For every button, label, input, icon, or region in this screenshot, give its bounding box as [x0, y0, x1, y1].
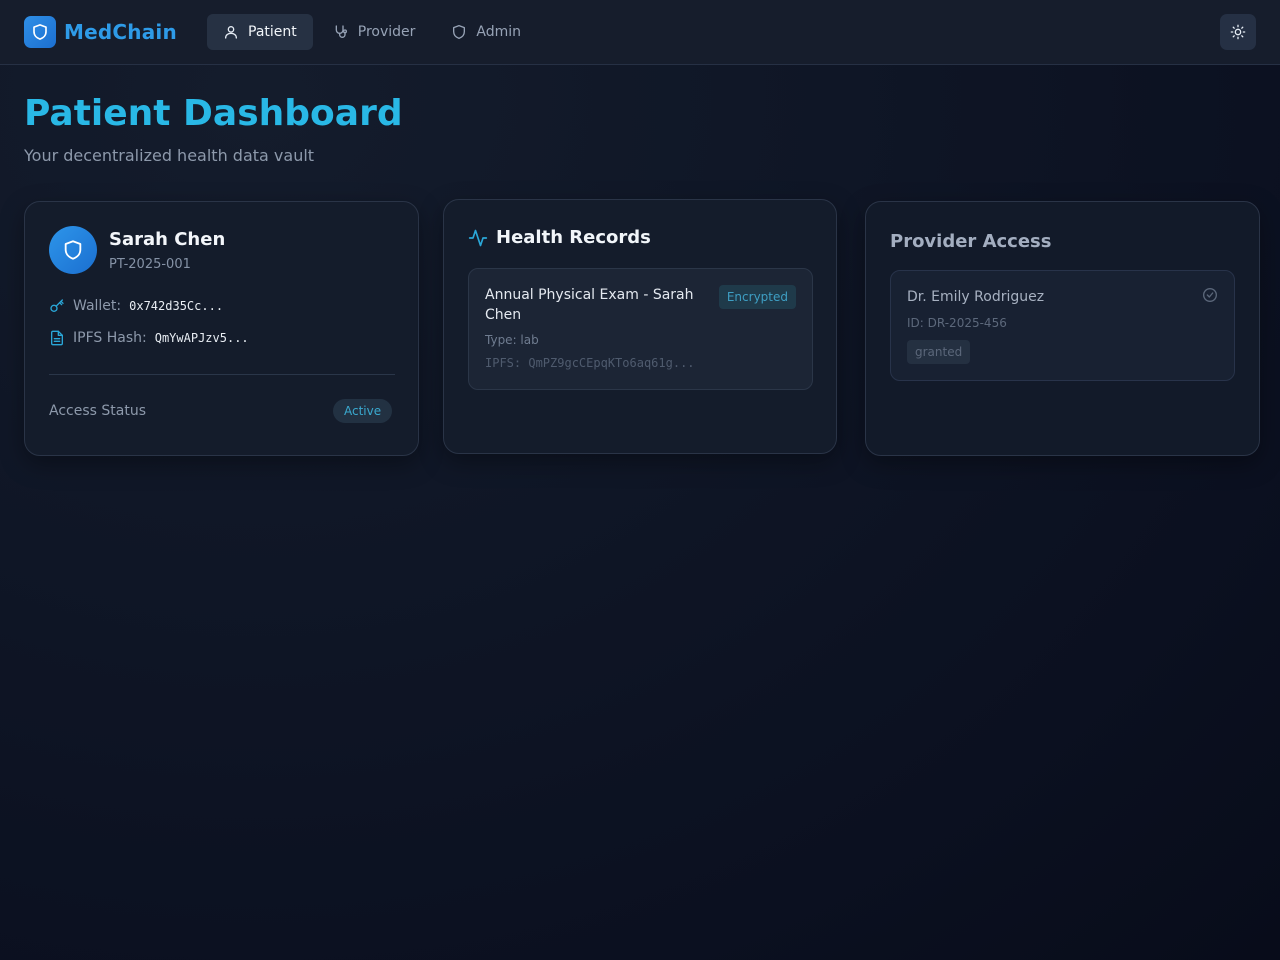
- activity-icon: [468, 229, 488, 247]
- user-icon: [225, 26, 237, 39]
- nav-tab-patient[interactable]: Patient: [207, 14, 313, 50]
- patient-id: PT-2025-001: [109, 257, 191, 272]
- brand-logo[interactable]: MedChain: [24, 16, 177, 48]
- theme-toggle-button[interactable]: [1220, 14, 1256, 50]
- brand-name: MedChain: [64, 20, 177, 44]
- encrypted-badge: Encrypted: [718, 285, 796, 309]
- status-badge: Active: [333, 399, 393, 423]
- record-name: Annual Physical Exam - Sarah Chen: [485, 287, 694, 323]
- provider-access-title: Provider Access: [890, 231, 1052, 252]
- main-nav: Patient Provider Admin: [207, 14, 541, 50]
- shield-icon: [64, 240, 82, 260]
- list-item[interactable]: Dr. Emily Rodriguez ID: DR-2025-456 gran…: [890, 270, 1235, 381]
- list-item[interactable]: Annual Physical Exam - Sarah Chen Encryp…: [468, 268, 813, 390]
- page-title: Patient Dashboard: [24, 93, 403, 134]
- patient-name: Sarah Chen: [109, 229, 226, 250]
- shield-logo-icon: [24, 16, 56, 48]
- wallet-address[interactable]: 0x742d35Cc...: [129, 299, 223, 313]
- health-records-card: Health Records Annual Physical Exam - Sa…: [443, 199, 837, 454]
- stethoscope-icon: [335, 25, 347, 38]
- key-icon: [50, 299, 64, 312]
- wallet-label: Wallet:: [73, 298, 122, 314]
- record-type: Type: lab: [485, 333, 539, 347]
- sun-icon: [1230, 24, 1246, 40]
- shield-icon: [453, 25, 466, 39]
- ipfs-hash[interactable]: QmYwAPJzv5...: [155, 331, 249, 345]
- provider-access-card: Provider Access Dr. Emily Rodriguez ID: …: [865, 201, 1260, 456]
- nav-tab-label: Admin: [476, 24, 522, 40]
- page-subtitle: Your decentralized health data vault: [24, 146, 315, 165]
- patient-profile-card: Sarah Chen PT-2025-001 Wallet: 0x742d35C…: [24, 201, 419, 456]
- record-ipfs-hash: IPFS: QmPZ9gcCEpqKTo6aq61g...: [485, 356, 695, 370]
- top-navigation-bar: MedChain Patient Provider Admin: [0, 0, 1280, 65]
- nav-tab-label: Provider: [357, 24, 416, 40]
- file-icon: [51, 330, 63, 346]
- divider: [49, 374, 395, 375]
- ipfs-row: IPFS Hash: QmYwAPJzv5...: [49, 330, 249, 346]
- provider-id: ID: DR-2025-456: [907, 316, 1007, 330]
- health-records-title: Health Records: [496, 227, 651, 248]
- nav-tab-label: Patient: [248, 24, 297, 40]
- access-status-label: Access Status: [49, 403, 146, 419]
- ipfs-label: IPFS Hash:: [73, 330, 147, 346]
- wallet-row: Wallet: 0x742d35Cc...: [49, 298, 223, 314]
- avatar: [49, 226, 97, 274]
- nav-tab-provider[interactable]: Provider: [317, 14, 432, 50]
- nav-tab-admin[interactable]: Admin: [435, 14, 537, 50]
- status-badge: granted: [907, 340, 971, 364]
- check-circle-icon: [1203, 288, 1217, 302]
- provider-name: Dr. Emily Rodriguez: [907, 289, 1045, 305]
